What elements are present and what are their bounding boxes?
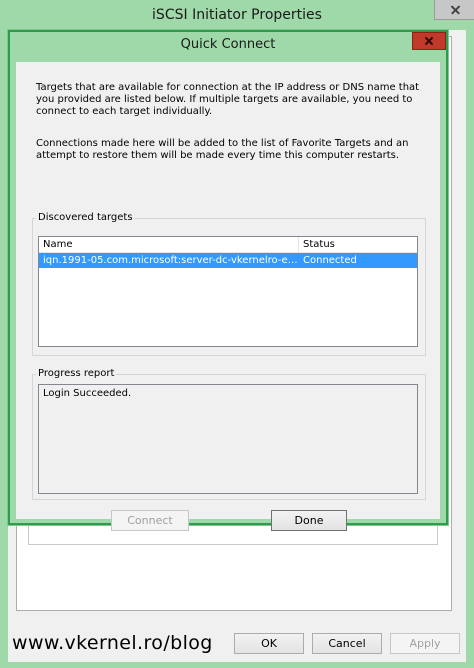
list-header: Name Status: [39, 237, 417, 253]
close-icon[interactable]: [434, 0, 474, 20]
ok-button[interactable]: OK: [234, 633, 304, 654]
target-name-cell: iqn.1991-05.com.microsoft:server-dc-vker…: [43, 255, 299, 266]
quick-connect-dialog: Quick Connect Targets that are available…: [8, 30, 448, 531]
dialog-title: Quick Connect: [180, 37, 276, 52]
progress-report-text: Login Succeeded.: [43, 388, 132, 399]
target-status-cell: Connected: [303, 255, 357, 266]
done-button[interactable]: Done: [271, 510, 347, 531]
dialog-body: Targets that are available for connectio…: [16, 62, 440, 531]
discovered-targets-list[interactable]: Name Status iqn.1991-05.com.microsoft:se…: [38, 236, 418, 347]
favorites-text: Connections made here will be added to t…: [36, 138, 409, 161]
dialog-close-icon[interactable]: [412, 32, 446, 50]
discovered-targets-label: Discovered targets: [36, 212, 135, 224]
intro-text: Targets that are available for connectio…: [36, 82, 420, 117]
column-header-name[interactable]: Name: [39, 237, 299, 252]
connect-button[interactable]: Connect: [111, 510, 189, 531]
table-row[interactable]: iqn.1991-05.com.microsoft:server-dc-vker…: [39, 253, 417, 268]
watermark-text: www.vkernel.ro/blog: [12, 632, 213, 654]
window-title: iSCSI Initiator Properties: [152, 7, 322, 23]
progress-report-box: Login Succeeded.: [38, 384, 418, 494]
apply-button[interactable]: Apply: [390, 633, 460, 654]
cancel-button[interactable]: Cancel: [312, 633, 382, 654]
column-header-status[interactable]: Status: [299, 237, 417, 252]
progress-report-label: Progress report: [36, 368, 117, 380]
